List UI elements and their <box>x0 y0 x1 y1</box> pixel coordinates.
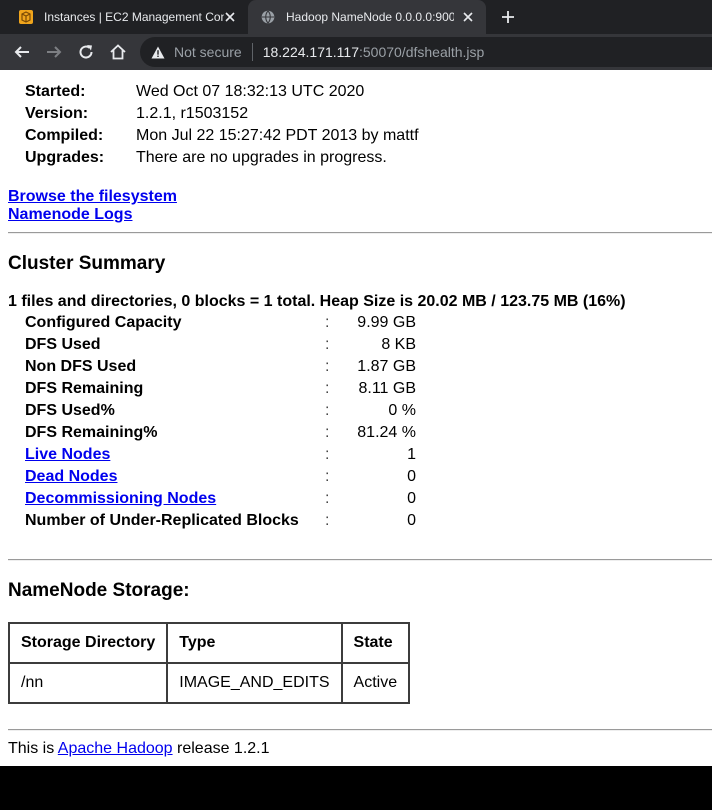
summary-link[interactable]: Dead Nodes <box>25 466 117 488</box>
divider <box>8 232 712 234</box>
summary-value: 0 <box>407 468 416 485</box>
close-icon[interactable] <box>460 9 476 25</box>
security-status-label[interactable]: Not secure <box>174 44 242 60</box>
info-value: There are no upgrades in progress. <box>136 149 387 166</box>
tab-title: Hadoop NameNode 0.0.0.0:9001 <box>286 10 454 24</box>
summary-colon: : <box>325 402 330 419</box>
info-label: Compiled: <box>25 127 104 144</box>
page-content: Started: Wed Oct 07 18:32:13 UTC 2020 Ve… <box>0 70 712 766</box>
back-arrow-icon[interactable] <box>11 41 33 63</box>
namenode-storage-table: Storage Directory Type State /nn IMAGE_A… <box>7 622 411 704</box>
url-host: 18.224.171.117 <box>262 44 359 60</box>
divider <box>8 729 712 731</box>
url-path: :50070/dfshealth.jsp <box>358 44 485 60</box>
summary-value: 81.24 % <box>357 424 416 441</box>
column-header: Type <box>166 622 343 664</box>
summary-colon: : <box>325 424 330 441</box>
browser-toolbar: Not secure 18.224.171.117:50070/dfshealt… <box>0 34 712 70</box>
divider <box>8 559 712 561</box>
table-cell: /nn <box>7 662 169 704</box>
summary-colon: : <box>325 336 330 353</box>
footer-text: This is Apache Hadoop release 1.2.1 <box>8 739 270 759</box>
close-icon[interactable] <box>222 9 238 25</box>
info-label: Version: <box>25 105 89 122</box>
tab-ec2-instances[interactable]: Instances | EC2 Management Con <box>0 0 248 34</box>
column-header: Storage Directory <box>7 622 169 664</box>
summary-colon: : <box>325 380 330 397</box>
table-header-row: Storage Directory Type State <box>7 622 411 664</box>
footer-suffix: release 1.2.1 <box>172 740 270 757</box>
footer-prefix: This is <box>8 740 58 757</box>
browse-filesystem-link[interactable]: Browse the filesystem <box>8 188 177 206</box>
warning-triangle-icon[interactable] <box>150 44 166 60</box>
summary-colon: : <box>325 358 330 375</box>
summary-label: DFS Remaining <box>25 380 144 397</box>
namenode-storage-heading: NameNode Storage: <box>8 580 190 601</box>
summary-label: Non DFS Used <box>25 358 137 375</box>
summary-value: 0 <box>407 490 416 507</box>
summary-link[interactable]: Live Nodes <box>25 444 110 466</box>
info-value: 1.2.1, r1503152 <box>136 105 249 122</box>
forward-arrow-icon[interactable] <box>43 41 65 63</box>
new-tab-plus-icon[interactable] <box>498 7 518 27</box>
summary-value: 9.99 GB <box>357 314 416 331</box>
summary-colon: : <box>325 490 330 507</box>
info-label: Started: <box>25 83 86 100</box>
table-cell: Active <box>340 662 411 704</box>
summary-value: 8.11 GB <box>358 380 416 397</box>
table-row: /nn IMAGE_AND_EDITS Active <box>7 662 411 704</box>
cluster-summary-text: 1 files and directories, 0 blocks = 1 to… <box>8 293 626 310</box>
summary-colon: : <box>325 512 330 529</box>
home-icon[interactable] <box>107 41 129 63</box>
summary-label: DFS Used <box>25 336 101 353</box>
info-value: Wed Oct 07 18:32:13 UTC 2020 <box>136 83 365 100</box>
divider <box>251 43 253 61</box>
tab-title: Instances | EC2 Management Con <box>44 10 224 24</box>
table-cell: IMAGE_AND_EDITS <box>166 662 343 704</box>
tab-hadoop-namenode[interactable]: Hadoop NameNode 0.0.0.0:9001 <box>248 0 486 34</box>
cluster-summary-heading: Cluster Summary <box>8 253 166 274</box>
column-header: State <box>340 622 411 664</box>
address-bar[interactable]: Not secure 18.224.171.117:50070/dfshealt… <box>140 37 712 67</box>
summary-label: DFS Used% <box>25 402 115 419</box>
summary-link[interactable]: Decommissioning Nodes <box>25 488 216 510</box>
summary-value: 1 <box>407 446 416 463</box>
summary-label: Configured Capacity <box>25 314 182 331</box>
namenode-logs-link[interactable]: Namenode Logs <box>8 206 132 224</box>
reload-icon[interactable] <box>75 41 97 63</box>
summary-value: 8 KB <box>381 336 416 353</box>
summary-colon: : <box>325 314 330 331</box>
summary-colon: : <box>325 446 330 463</box>
summary-value: 0 % <box>388 402 416 419</box>
aws-ec2-icon <box>18 9 34 25</box>
tab-strip: Instances | EC2 Management Con Hadoop Na… <box>0 0 712 34</box>
summary-label: DFS Remaining% <box>25 424 158 441</box>
apache-hadoop-link[interactable]: Apache Hadoop <box>58 740 173 757</box>
summary-value: 1.87 GB <box>357 358 416 375</box>
info-value: Mon Jul 22 15:27:42 PDT 2013 by mattf <box>136 127 419 144</box>
globe-icon <box>260 9 276 25</box>
summary-colon: : <box>325 468 330 485</box>
info-label: Upgrades: <box>25 149 105 166</box>
summary-value: 0 <box>407 512 416 529</box>
summary-label: Number of Under-Replicated Blocks <box>25 512 299 529</box>
